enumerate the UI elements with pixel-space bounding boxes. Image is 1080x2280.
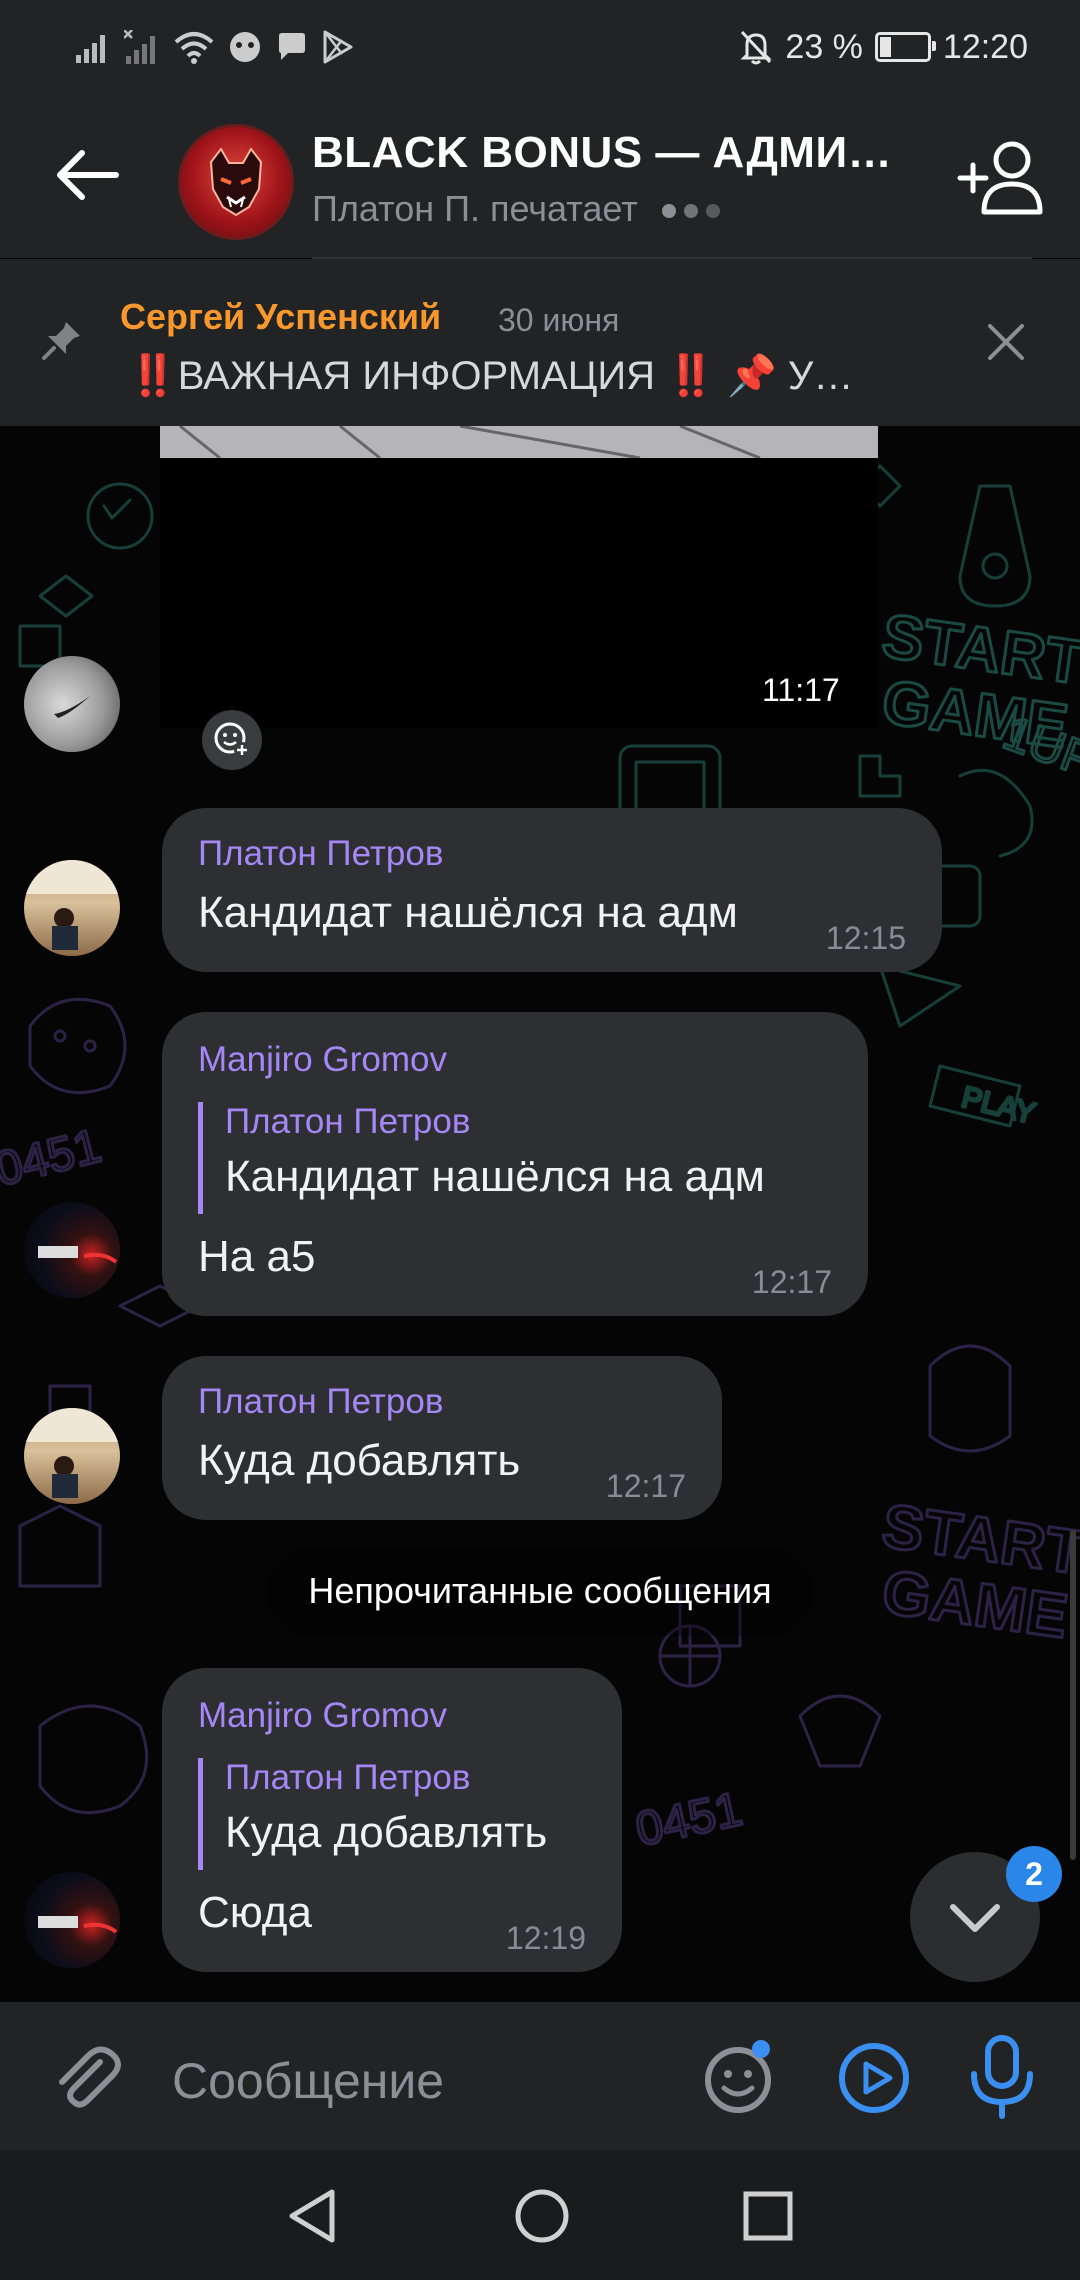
- chat-title[interactable]: BLACK BONUS — АДМИНИСТРАЦИЯ: [312, 128, 912, 178]
- reply-quote[interactable]: Платон Петров Кандидат нашёлся на адм: [198, 1102, 765, 1214]
- message-time: 12:19: [505, 1920, 586, 1956]
- unread-count-badge: 2: [1006, 1846, 1062, 1902]
- reply-text: Кандидат нашёлся на адм: [225, 1152, 765, 1201]
- arrow-left-icon[interactable]: [48, 140, 128, 210]
- message-bubble[interactable]: Платон Петров Кандидат нашёлся на адм 12…: [162, 808, 942, 972]
- messenger-notify-icon: [230, 32, 260, 62]
- status-icons-left: [76, 22, 354, 72]
- reply-author: Платон Петров: [225, 1102, 471, 1141]
- chat-scrollbar[interactable]: [1070, 1530, 1076, 1860]
- message-bubble[interactable]: Manjiro Gromov Платон Петров Куда добавл…: [162, 1668, 622, 1972]
- message-text: На а5: [198, 1232, 316, 1281]
- battery-icon: [874, 32, 936, 62]
- message-text: Сюда: [198, 1888, 312, 1937]
- new-stickers-dot: [752, 2040, 770, 2058]
- message-input-bar: [0, 2002, 1080, 2150]
- nav-home-icon[interactable]: [512, 2186, 572, 2246]
- reply-quote[interactable]: Платон Петров Куда добавлять: [198, 1758, 547, 1870]
- avatar[interactable]: [24, 1202, 120, 1298]
- message-author[interactable]: Платон Петров: [198, 834, 443, 874]
- video-message-icon[interactable]: [832, 2036, 916, 2120]
- media-preview-strip: [160, 426, 878, 458]
- typing-text: Платон П. печатает: [312, 188, 638, 229]
- clock: 12:20: [942, 27, 1028, 66]
- play-store-icon: [323, 30, 353, 64]
- avatar[interactable]: [24, 1408, 120, 1504]
- typing-status: Платон П. печатает: [312, 188, 720, 230]
- emoji-plus-icon: [214, 722, 250, 758]
- battery-fill: [879, 37, 892, 57]
- pinned-date: 30 июня: [498, 302, 620, 338]
- wifi-icon: [174, 32, 214, 64]
- pinned-author: Сергей Успенский: [120, 296, 442, 337]
- paperclip-icon[interactable]: [46, 2036, 126, 2116]
- message-time: 12:15: [825, 920, 906, 956]
- media-time: 11:17: [762, 672, 840, 708]
- pinned-message-bar[interactable]: [0, 259, 1080, 426]
- message-text: Куда добавлять: [198, 1436, 521, 1485]
- message-author[interactable]: Manjiro Gromov: [198, 1040, 447, 1080]
- group-avatar[interactable]: [178, 124, 294, 240]
- signal-icon: [76, 35, 105, 63]
- add-user-icon[interactable]: [956, 138, 1046, 218]
- tiger-logo-icon: [209, 147, 263, 217]
- reply-author: Платон Петров: [225, 1758, 471, 1797]
- message-bubble[interactable]: Manjiro Gromov Платон Петров Кандидат на…: [162, 1012, 868, 1316]
- avatar[interactable]: [24, 1872, 120, 1968]
- message-author[interactable]: Manjiro Gromov: [198, 1696, 447, 1736]
- add-reaction-button[interactable]: [202, 710, 262, 770]
- chat-notify-icon: [279, 33, 305, 60]
- nav-recents-icon[interactable]: [742, 2190, 794, 2242]
- svg-text:0451: 0451: [631, 1783, 746, 1857]
- avatar[interactable]: [24, 656, 120, 752]
- message-text: Кандидат нашёлся на адм: [198, 888, 738, 937]
- unread-divider: Непрочитанные сообщения: [308, 1570, 772, 1611]
- message-time: 12:17: [605, 1468, 686, 1504]
- message-author[interactable]: Платон Петров: [198, 1382, 443, 1422]
- pin-icon: [42, 322, 80, 360]
- svg-text:0451: 0451: [0, 1119, 106, 1196]
- pinned-text: ‼️ВАЖНАЯ ИНФОРМАЦИЯ ‼️ 📌 У…: [128, 354, 854, 398]
- battery-percent: 23 %: [785, 27, 863, 66]
- avatar[interactable]: [24, 860, 120, 956]
- typing-dots-icon: [661, 204, 720, 219]
- message-input[interactable]: Сообщение: [172, 2052, 444, 2110]
- signal-no-service-icon: [124, 30, 155, 64]
- message-time: 12:17: [751, 1264, 832, 1300]
- reply-text: Куда добавлять: [225, 1808, 548, 1857]
- status-icons-right: 23 % 12:20: [739, 22, 1028, 72]
- nav-back-icon[interactable]: [284, 2186, 340, 2246]
- close-icon[interactable]: [984, 320, 1028, 364]
- microphone-icon[interactable]: [962, 2032, 1042, 2120]
- bell-off-icon: [740, 30, 773, 65]
- message-bubble[interactable]: Платон Петров Куда добавлять 12:17: [162, 1356, 722, 1520]
